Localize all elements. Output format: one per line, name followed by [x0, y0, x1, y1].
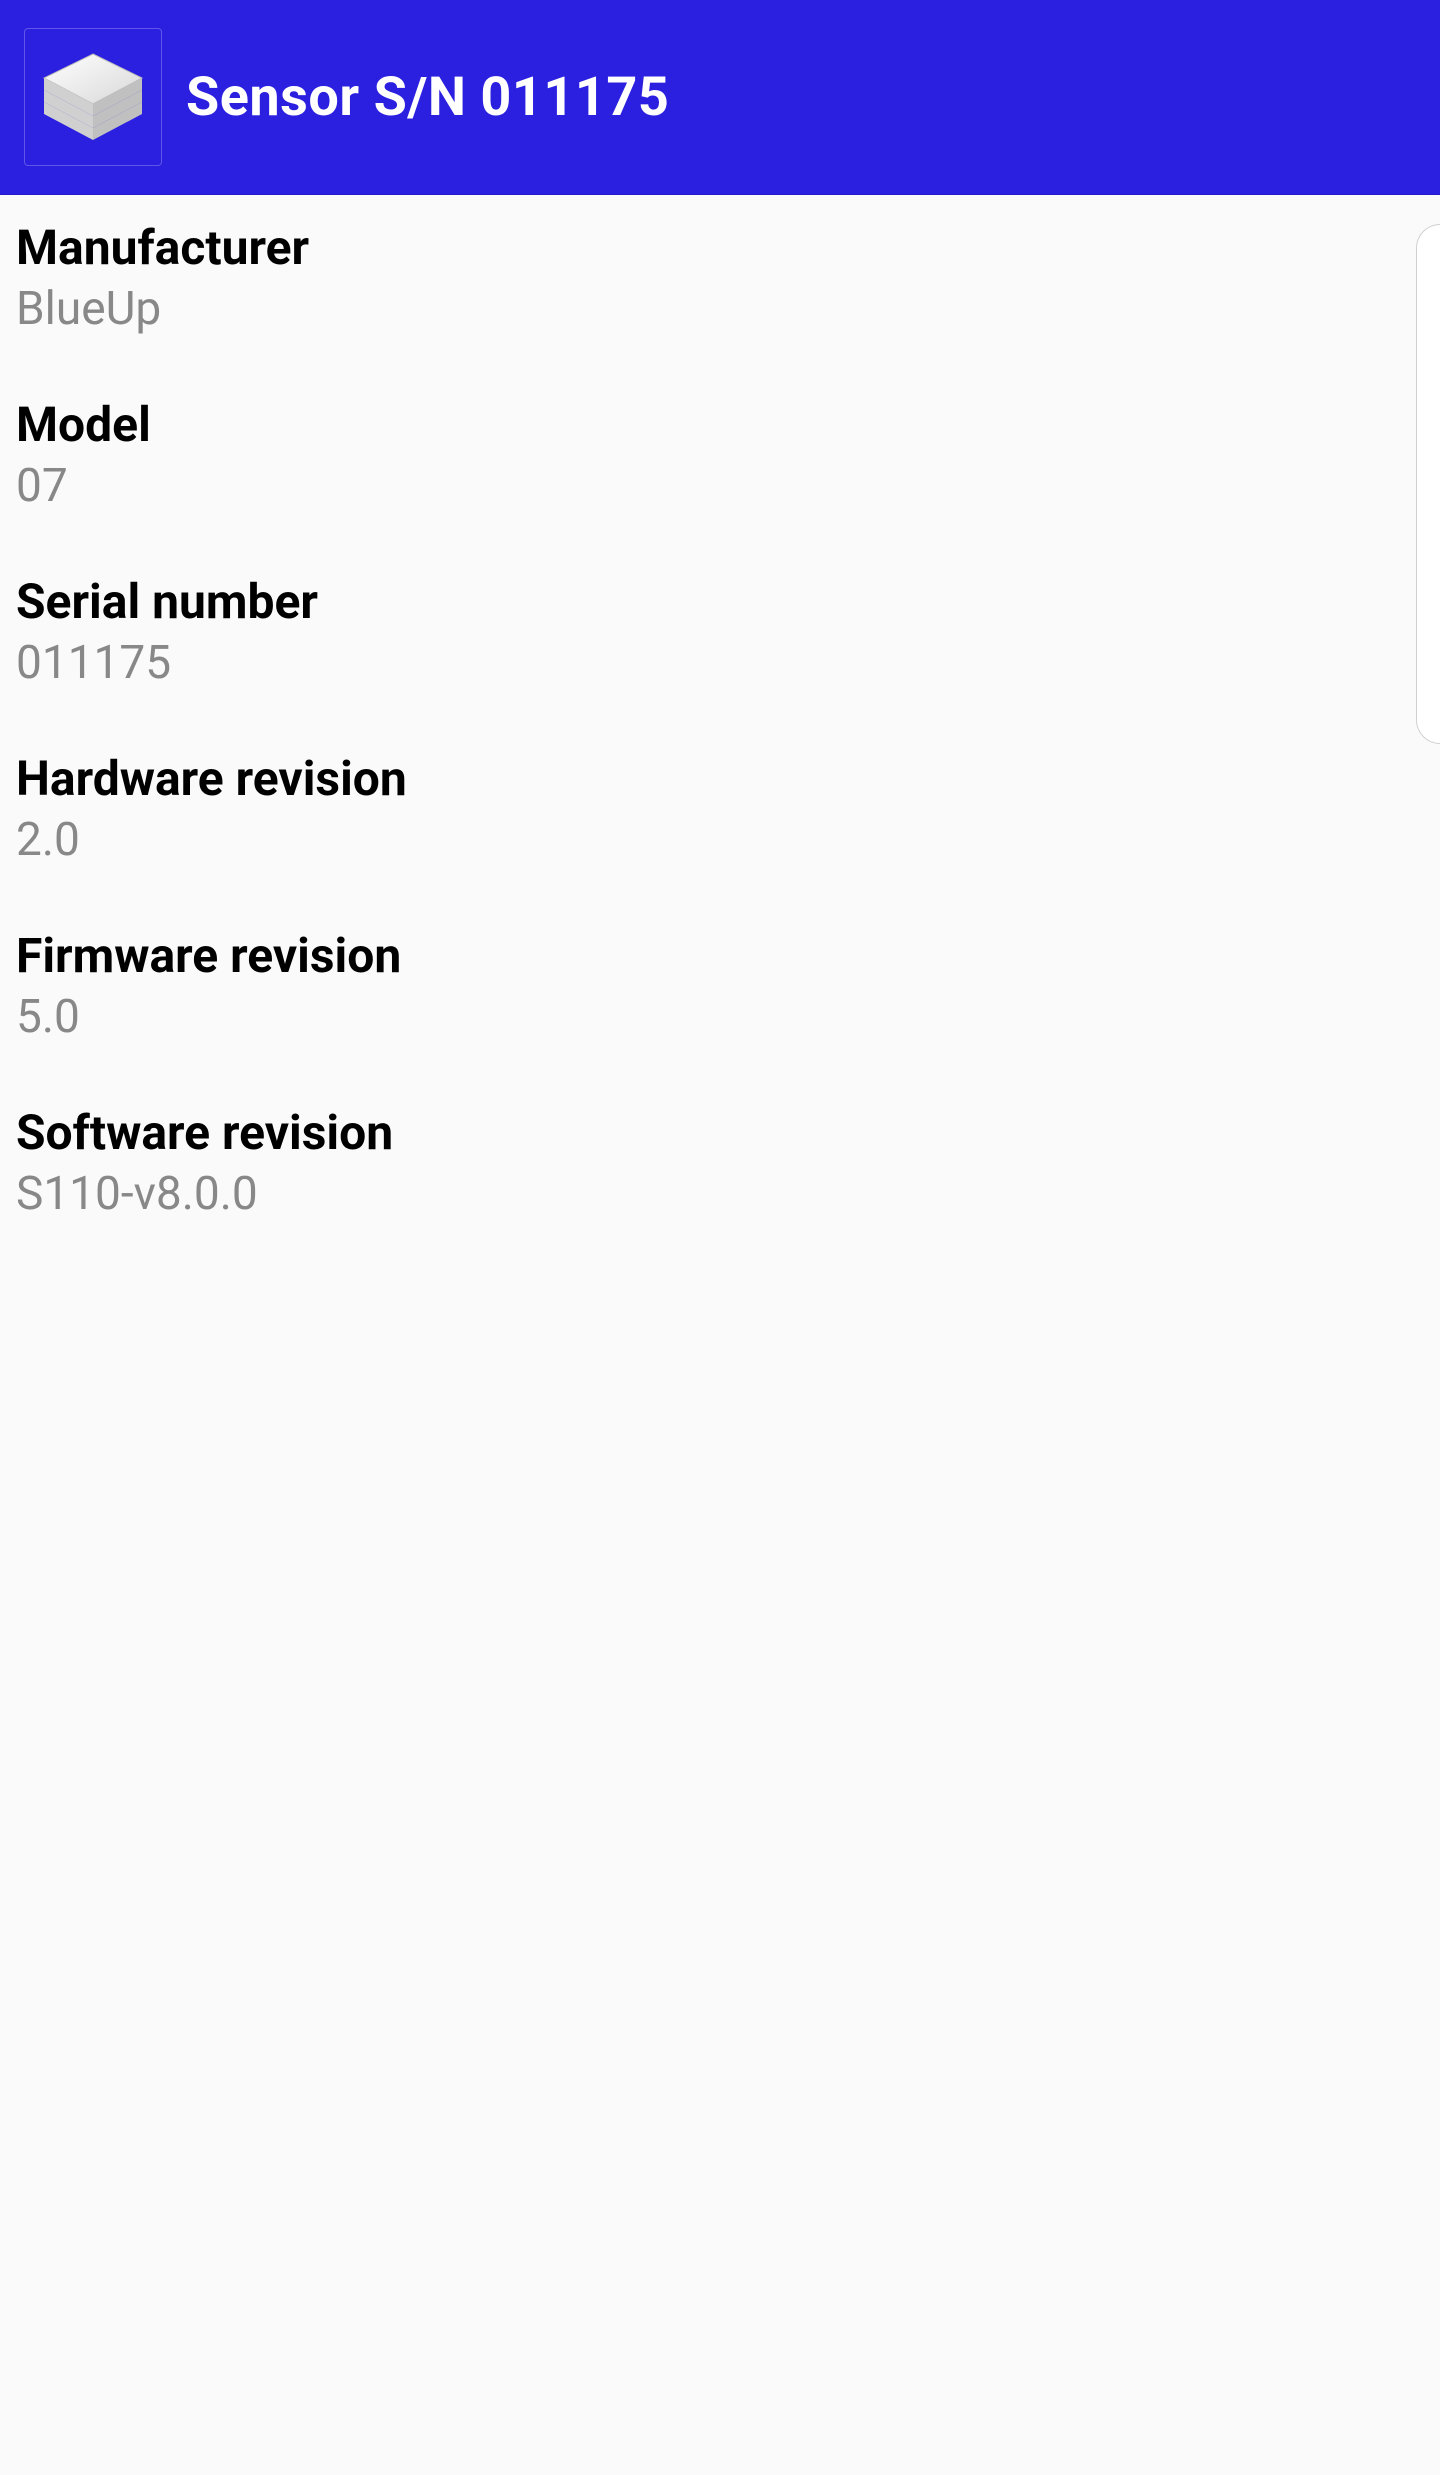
- content: Manufacturer BlueUp Model 07 Serial numb…: [0, 195, 1440, 1224]
- value-serial-number: 011175: [16, 635, 1424, 693]
- list-item[interactable]: Serial number 011175: [16, 573, 1424, 692]
- label-model: Model: [16, 396, 1424, 454]
- scrollbar-thumb[interactable]: [1416, 224, 1440, 744]
- list-item[interactable]: Software revision S110-v8.0.0: [16, 1104, 1424, 1223]
- value-software-revision: S110-v8.0.0: [16, 1166, 1424, 1224]
- sensor-box-icon: [38, 52, 148, 142]
- value-manufacturer: BlueUp: [16, 281, 1424, 339]
- label-manufacturer: Manufacturer: [16, 219, 1424, 277]
- value-firmware-revision: 5.0: [16, 989, 1424, 1047]
- label-software-revision: Software revision: [16, 1104, 1424, 1162]
- label-firmware-revision: Firmware revision: [16, 927, 1424, 985]
- page-title: Sensor S/N 011175: [186, 66, 669, 129]
- list-item[interactable]: Model 07: [16, 396, 1424, 515]
- list-item[interactable]: Hardware revision 2.0: [16, 750, 1424, 869]
- label-hardware-revision: Hardware revision: [16, 750, 1424, 808]
- device-icon: [24, 28, 162, 166]
- label-serial-number: Serial number: [16, 573, 1424, 631]
- list-item[interactable]: Firmware revision 5.0: [16, 927, 1424, 1046]
- list-item[interactable]: Manufacturer BlueUp: [16, 219, 1424, 338]
- app-bar: Sensor S/N 011175: [0, 0, 1440, 195]
- value-model: 07: [16, 458, 1424, 516]
- value-hardware-revision: 2.0: [16, 812, 1424, 870]
